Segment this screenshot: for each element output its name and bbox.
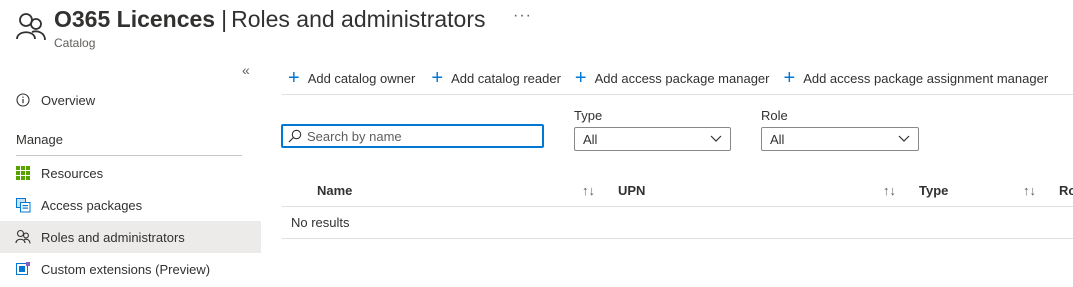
sidebar: « Overview Manage Resources Access packa… xyxy=(0,58,262,287)
add-access-package-assignment-manager-button[interactable]: + Add access package assignment manager xyxy=(784,62,1049,94)
sidebar-item-custom-extensions[interactable]: Custom extensions (Preview) xyxy=(0,253,261,285)
sidebar-item-label: Access packages xyxy=(41,197,143,213)
button-label: Add access package assignment manager xyxy=(803,70,1049,86)
column-header-name[interactable]: Name xyxy=(317,183,352,198)
catalog-name: O365 Licences xyxy=(54,6,216,32)
sidebar-divider xyxy=(16,155,242,156)
extension-icon xyxy=(15,261,31,277)
sidebar-item-label: Resources xyxy=(41,165,104,181)
type-filter-dropdown[interactable]: All xyxy=(574,127,731,151)
collapse-sidebar-button[interactable]: « xyxy=(242,62,250,78)
plus-icon: + xyxy=(288,67,300,89)
table-header: Name ↑↓ UPN ↑↓ Type ↑↓ Ro xyxy=(282,176,1073,207)
plus-icon: + xyxy=(783,67,796,89)
dropdown-value: All xyxy=(583,131,598,147)
add-access-package-manager-button[interactable]: + Add access package manager xyxy=(575,62,770,94)
package-icon xyxy=(15,197,31,213)
sidebar-item-roles-and-administrators[interactable]: Roles and administrators xyxy=(0,221,261,253)
chevron-down-icon xyxy=(898,135,910,142)
button-label: Add catalog reader xyxy=(451,70,561,86)
sidebar-item-label: Custom extensions (Preview) xyxy=(41,261,211,277)
people-icon xyxy=(16,13,46,41)
type-filter-label: Type xyxy=(574,108,603,123)
role-filter-label: Role xyxy=(761,108,788,123)
more-options-button[interactable]: ··· xyxy=(513,7,532,25)
sort-icon[interactable]: ↑↓ xyxy=(1023,183,1036,198)
sort-icon[interactable]: ↑↓ xyxy=(883,183,896,198)
page-title: O365 Licences | Roles and administrators xyxy=(54,4,486,34)
empty-state-message: No results xyxy=(282,207,1073,239)
search-icon xyxy=(288,129,302,143)
add-catalog-reader-button[interactable]: + Add catalog reader xyxy=(431,62,561,94)
resource-type-label: Catalog xyxy=(54,36,96,50)
people-icon xyxy=(15,229,31,245)
sidebar-item-label: Roles and administrators xyxy=(41,229,185,245)
dropdown-value: All xyxy=(770,131,785,147)
add-catalog-owner-button[interactable]: + Add catalog owner xyxy=(288,62,415,94)
title-separator: | xyxy=(221,6,228,32)
sidebar-item-overview[interactable]: Overview xyxy=(0,84,261,116)
sidebar-section-manage: Manage xyxy=(16,132,63,147)
button-label: Add access package manager xyxy=(594,70,770,86)
page-subtitle-title: Roles and administrators xyxy=(231,6,486,32)
plus-icon: + xyxy=(431,67,444,89)
info-icon xyxy=(15,92,31,108)
sidebar-item-resources[interactable]: Resources xyxy=(0,157,261,189)
chevron-down-icon xyxy=(710,135,722,142)
sidebar-item-access-packages[interactable]: Access packages xyxy=(0,189,261,221)
role-filter-dropdown[interactable]: All xyxy=(761,127,919,151)
search-box[interactable] xyxy=(281,124,544,148)
sidebar-item-label: Overview xyxy=(41,92,96,108)
sort-icon[interactable]: ↑↓ xyxy=(582,183,595,198)
page-header: O365 Licences | Roles and administrators ·… xyxy=(0,0,1073,56)
command-bar: + Add catalog owner + Add catalog reader… xyxy=(282,62,1073,95)
column-header-upn[interactable]: UPN xyxy=(618,183,645,198)
button-label: Add catalog owner xyxy=(307,70,416,86)
column-header-type[interactable]: Type xyxy=(919,183,948,198)
search-input[interactable] xyxy=(307,128,537,144)
plus-icon: + xyxy=(574,67,587,89)
column-header-role[interactable]: Ro xyxy=(1059,183,1073,198)
grid-icon xyxy=(15,165,31,181)
